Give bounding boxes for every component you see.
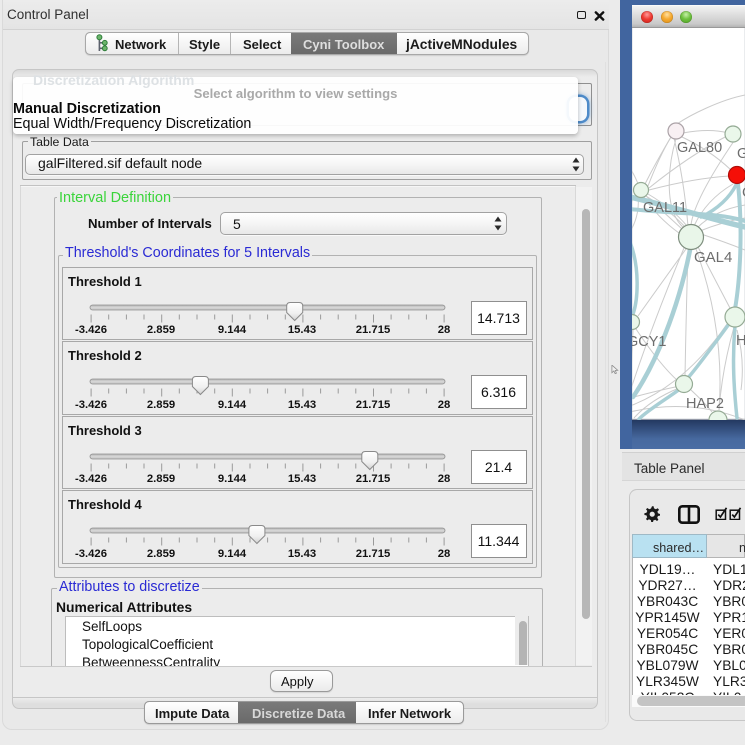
svg-text:H: H [736, 333, 745, 349]
svg-text:GAL11: GAL11 [643, 200, 687, 216]
svg-text:HAP2: HAP2 [686, 396, 724, 412]
svg-text:GA: GA [737, 146, 745, 162]
svg-text:GAL80: GAL80 [677, 140, 722, 156]
svg-text:GAL4: GAL4 [694, 249, 732, 266]
svg-text:GCY1: GCY1 [632, 334, 667, 350]
